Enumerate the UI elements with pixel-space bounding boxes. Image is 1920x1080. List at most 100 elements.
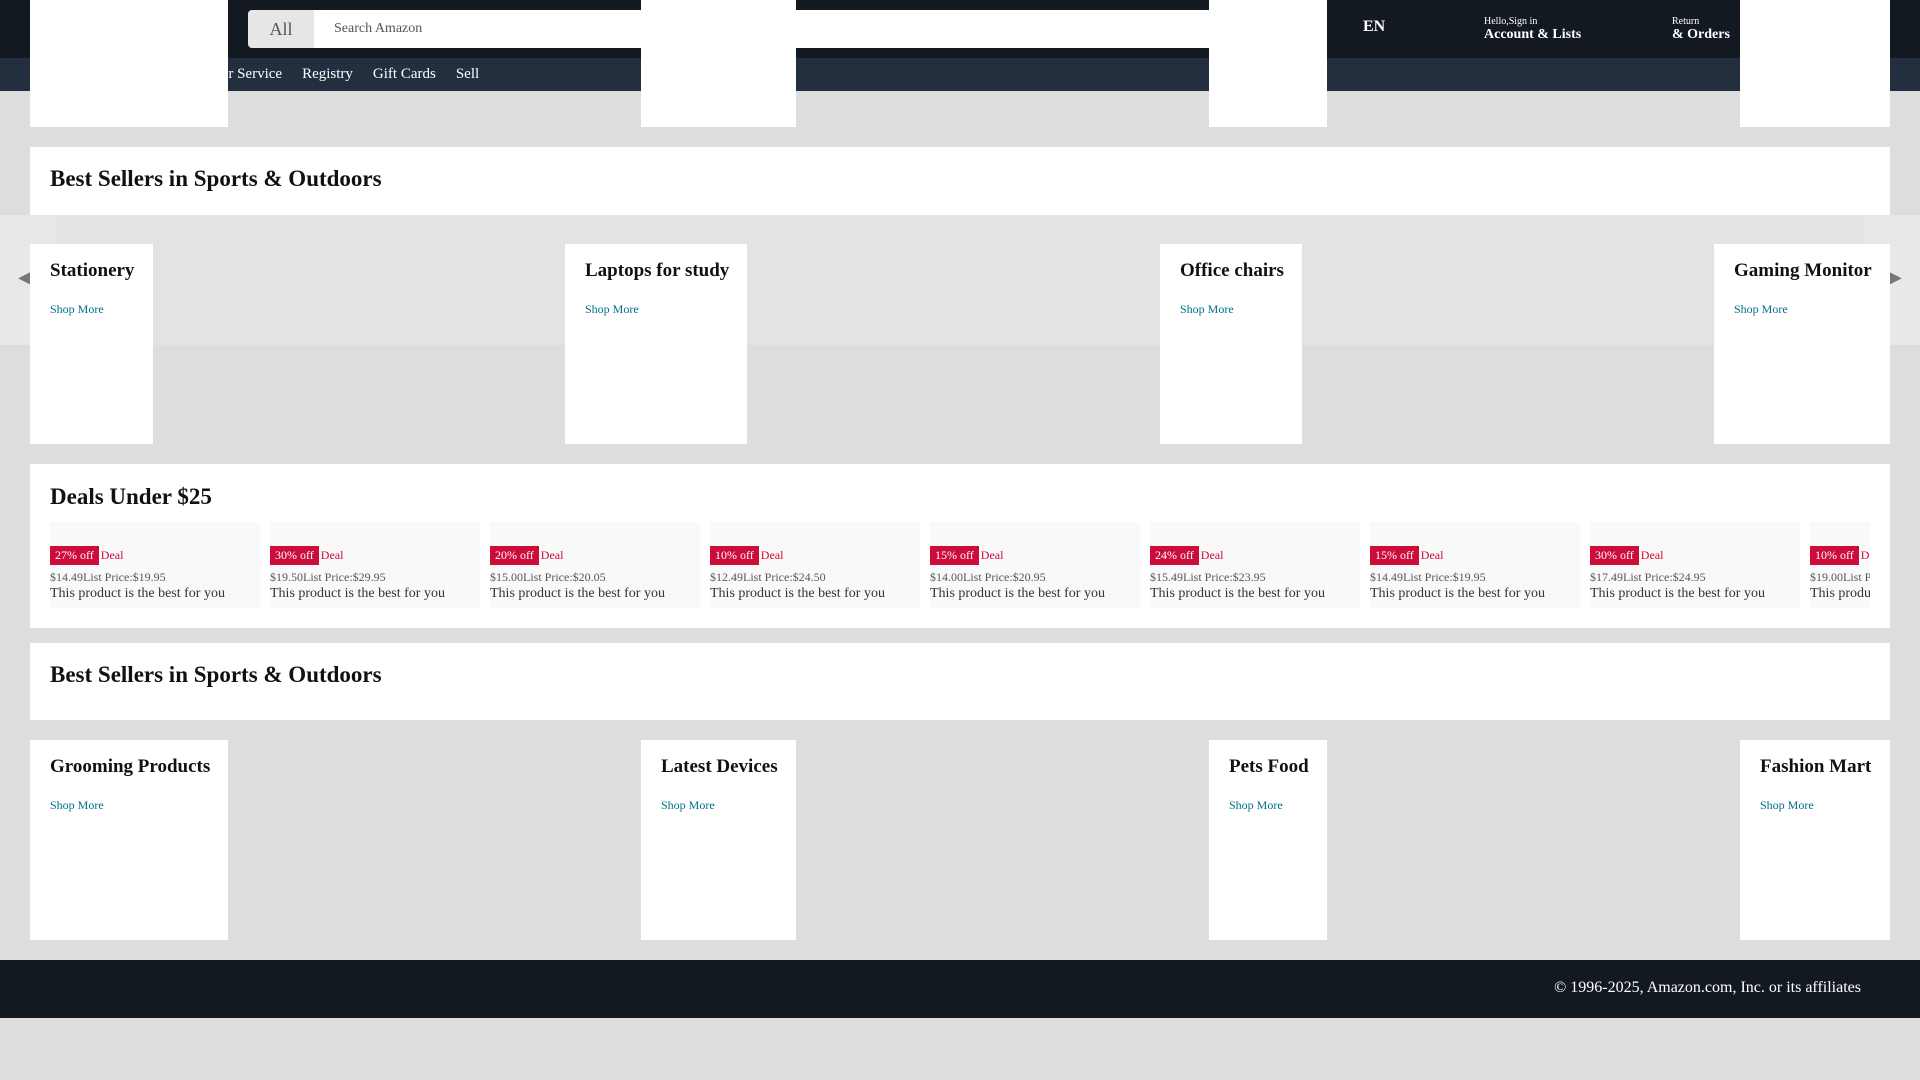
- list-price: List Price:$25.95: [1843, 570, 1870, 584]
- deal-price: $15.49: [1150, 570, 1183, 584]
- search-category-label: All: [269, 18, 293, 39]
- list-price: List Price:$29.95: [303, 570, 386, 584]
- deal-description: This product is the best for you: [1370, 586, 1545, 601]
- subnav-links: mer Service Registry Gift Cards Sell: [210, 66, 479, 83]
- discount-badge: 24% off: [1150, 546, 1199, 565]
- discount-badge: 30% off: [1590, 546, 1639, 565]
- deal-label: Deal: [1860, 548, 1870, 562]
- category-card[interactable]: Laptops for study Shop More: [565, 244, 747, 444]
- list-price: List Price:$23.95: [1183, 570, 1266, 584]
- deals-title: Deals Under $25: [50, 484, 212, 509]
- account-lists-menu[interactable]: Hello,Sign in Account & Lists: [1484, 16, 1581, 42]
- category-title: Laptops for study: [585, 260, 730, 281]
- header-image-panel: [30, 0, 228, 127]
- deal-card[interactable]: 10% off Deal $12.49List Price:$24.50 This…: [710, 522, 920, 608]
- account-greeting: Hello,Sign in: [1484, 16, 1538, 27]
- deal-price: $15.00: [490, 570, 523, 584]
- discount-badge: 10% off: [710, 546, 759, 565]
- category-card[interactable]: Stationery Shop More: [30, 244, 153, 444]
- discount-badge: 20% off: [490, 546, 539, 565]
- deal-card[interactable]: 10% offDeal $19.00List Price:$25.95 This…: [1810, 522, 1870, 608]
- deal-description: This product is the best for you: [490, 586, 665, 601]
- deal-card[interactable]: 15% off Deal $14.00List Price:$20.95 This…: [930, 522, 1140, 608]
- discount-badge: 15% off: [930, 546, 979, 565]
- header-image-panel: [641, 0, 796, 127]
- deal-description: This product is the best for you: [1810, 586, 1870, 601]
- deal-label: Deal: [100, 548, 124, 562]
- subnav-gift-cards[interactable]: Gift Cards: [373, 66, 436, 83]
- subnav-registry[interactable]: Registry: [302, 66, 353, 83]
- deal-price: $12.49: [710, 570, 743, 584]
- deal-label: Deal: [980, 548, 1004, 562]
- deal-price: $14.00: [930, 570, 963, 584]
- deal-card[interactable]: 27% off Deal $14.49List Price:$19.95 This…: [50, 522, 260, 608]
- list-price: List Price:$24.50: [743, 570, 826, 584]
- header-image-panel: [1740, 0, 1890, 127]
- shop-more-link[interactable]: Shop More: [585, 302, 639, 317]
- category-card[interactable]: Office chairs Shop More: [1160, 244, 1302, 444]
- shop-more-link[interactable]: Shop More: [1734, 302, 1788, 317]
- deal-price: $14.49: [50, 570, 83, 584]
- category-card[interactable]: Gaming Monitor Shop More: [1714, 244, 1890, 444]
- returns-orders-link[interactable]: Return & Orders: [1672, 16, 1730, 42]
- shop-more-link[interactable]: Shop More: [661, 798, 715, 813]
- section-title: Best Sellers in Sports & Outdoors: [50, 166, 382, 191]
- deal-label: Deal: [1200, 548, 1224, 562]
- shop-more-link[interactable]: Shop More: [50, 302, 104, 317]
- deal-description: This product is the best for you: [710, 586, 885, 601]
- discount-badge: 27% off: [50, 546, 99, 565]
- caret-right-icon: ▶: [1888, 267, 1902, 287]
- orders-label: & Orders: [1672, 27, 1730, 42]
- footer: © 1996-2025, Amazon.com, Inc. or its aff…: [0, 960, 1920, 1018]
- discount-badge: 30% off: [270, 546, 319, 565]
- discount-badge: 10% off: [1810, 546, 1859, 565]
- deal-label: Deal: [540, 548, 564, 562]
- deal-price: $17.49: [1590, 570, 1623, 584]
- category-card[interactable]: Latest Devices Shop More: [641, 740, 796, 940]
- header-image-panel: [1209, 0, 1327, 127]
- carousel-track: [0, 215, 1920, 345]
- category-card[interactable]: Fashion Mart Shop More: [1740, 740, 1890, 940]
- deal-price: $19.00: [1810, 570, 1843, 584]
- deals-carousel: 27% off Deal $14.49List Price:$19.95 This…: [50, 522, 1870, 608]
- copyright-text: © 1996-2025, Amazon.com, Inc. or its aff…: [1554, 979, 1861, 996]
- search-input[interactable]: [314, 10, 1314, 48]
- category-title: Latest Devices: [661, 756, 778, 777]
- shop-more-link[interactable]: Shop More: [1229, 798, 1283, 813]
- category-title: Gaming Monitor: [1734, 260, 1872, 281]
- search-category-dropdown[interactable]: All: [248, 10, 314, 48]
- deal-price: $19.50: [270, 570, 303, 584]
- list-price: List Price:$24.95: [1623, 570, 1706, 584]
- shop-more-link[interactable]: Shop More: [50, 798, 104, 813]
- category-title: Stationery: [50, 260, 135, 281]
- deal-card[interactable]: 20% off Deal $15.00List Price:$20.05 This…: [490, 522, 700, 608]
- deal-label: Deal: [1420, 548, 1444, 562]
- list-price: List Price:$19.95: [1403, 570, 1486, 584]
- deal-label: Deal: [320, 548, 344, 562]
- category-title: Grooming Products: [50, 756, 211, 777]
- category-card[interactable]: Pets Food Shop More: [1209, 740, 1327, 940]
- list-price: List Price:$20.05: [523, 570, 606, 584]
- shop-more-link[interactable]: Shop More: [1760, 798, 1814, 813]
- deal-label: Deal: [1640, 548, 1664, 562]
- shop-more-link[interactable]: Shop More: [1180, 302, 1234, 317]
- list-price: List Price:$19.95: [83, 570, 166, 584]
- returns-label: Return: [1672, 16, 1700, 27]
- category-title: Office chairs: [1180, 260, 1284, 281]
- deal-card[interactable]: 30% off Deal $17.49List Price:$24.95 This…: [1590, 522, 1800, 608]
- language-selector[interactable]: EN: [1363, 18, 1385, 36]
- category-title: Pets Food: [1229, 756, 1309, 777]
- deal-card[interactable]: 24% off Deal $15.49List Price:$23.95 This…: [1150, 522, 1360, 608]
- category-card[interactable]: Grooming Products Shop More: [30, 740, 228, 940]
- deal-description: This product is the best for you: [1150, 586, 1325, 601]
- deal-description: This product is the best for you: [270, 586, 445, 601]
- deal-card[interactable]: 15% off Deal $14.49List Price:$19.95 This…: [1370, 522, 1580, 608]
- subnav-sell[interactable]: Sell: [456, 66, 479, 83]
- deal-description: This product is the best for you: [50, 586, 225, 601]
- list-price: List Price:$20.95: [963, 570, 1046, 584]
- section-title: Best Sellers in Sports & Outdoors: [50, 662, 382, 687]
- account-lists-label: Account & Lists: [1484, 27, 1582, 42]
- deal-card[interactable]: 30% off Deal $19.50List Price:$29.95 This…: [270, 522, 480, 608]
- category-title: Fashion Mart: [1760, 756, 1872, 777]
- discount-badge: 15% off: [1370, 546, 1419, 565]
